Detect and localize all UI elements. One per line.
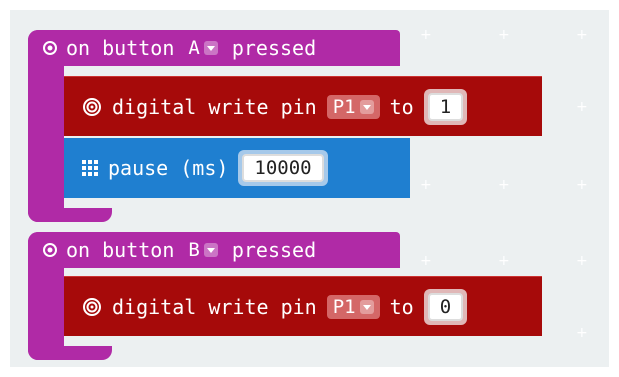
- event-label-prefix: on button: [66, 238, 175, 262]
- digital-value-field[interactable]: 0: [427, 292, 464, 321]
- grid-mark: +: [420, 27, 432, 43]
- to-label: to: [389, 294, 414, 319]
- pin-dropdown[interactable]: P1: [326, 94, 380, 119]
- target-icon: [83, 97, 101, 116]
- pause-block[interactable]: pause (ms) 10000: [64, 138, 410, 198]
- grid-mark: +: [420, 253, 432, 269]
- value-socket[interactable]: 0: [423, 288, 468, 325]
- button-dropdown[interactable]: B: [182, 238, 223, 262]
- digital-write-block[interactable]: digital write pin P1 to 0: [64, 276, 542, 336]
- pause-value-field[interactable]: 10000: [242, 154, 324, 182]
- pause-label: pause (ms): [108, 156, 229, 180]
- radio-button-icon: [43, 41, 57, 55]
- pin-value: P1: [332, 295, 356, 318]
- button-value: A: [188, 37, 200, 59]
- value-socket[interactable]: 1: [423, 88, 468, 125]
- button-dropdown[interactable]: A: [182, 36, 223, 60]
- event-label-suffix: pressed: [231, 36, 317, 60]
- digital-write-block[interactable]: digital write pin P1 to 1: [64, 76, 542, 136]
- event-label-suffix: pressed: [231, 238, 317, 262]
- grid-mark: +: [576, 177, 588, 193]
- digital-write-label: digital write pin: [112, 294, 317, 319]
- grid-mark: +: [498, 253, 510, 269]
- to-label: to: [389, 94, 414, 119]
- dropdown-caret-icon: [359, 299, 374, 314]
- radio-button-icon: [43, 243, 57, 257]
- grid-mark: +: [498, 177, 510, 193]
- grid-icon: [82, 160, 98, 176]
- event-footer-a: [28, 208, 112, 222]
- event-footer-b: [28, 346, 112, 360]
- pin-dropdown[interactable]: P1: [326, 294, 380, 319]
- digital-write-label: digital write pin: [112, 94, 317, 119]
- dropdown-caret-icon: [203, 41, 218, 55]
- grid-mark: +: [498, 27, 510, 43]
- target-icon: [83, 297, 101, 316]
- event-label-prefix: on button: [66, 36, 175, 60]
- grid-mark: +: [576, 253, 588, 269]
- event-header-b[interactable]: on button B pressed: [28, 232, 400, 268]
- grid-mark: +: [420, 177, 432, 193]
- dropdown-caret-icon: [203, 243, 218, 257]
- grid-mark: +: [576, 27, 588, 43]
- pin-value: P1: [332, 95, 356, 118]
- grid-mark: +: [576, 325, 588, 341]
- event-header-a[interactable]: on button A pressed: [28, 30, 400, 66]
- digital-value-field[interactable]: 1: [427, 92, 464, 121]
- dropdown-caret-icon: [359, 99, 374, 114]
- value-socket[interactable]: 10000: [238, 150, 328, 186]
- grid-mark: +: [576, 99, 588, 115]
- button-value: B: [188, 239, 200, 261]
